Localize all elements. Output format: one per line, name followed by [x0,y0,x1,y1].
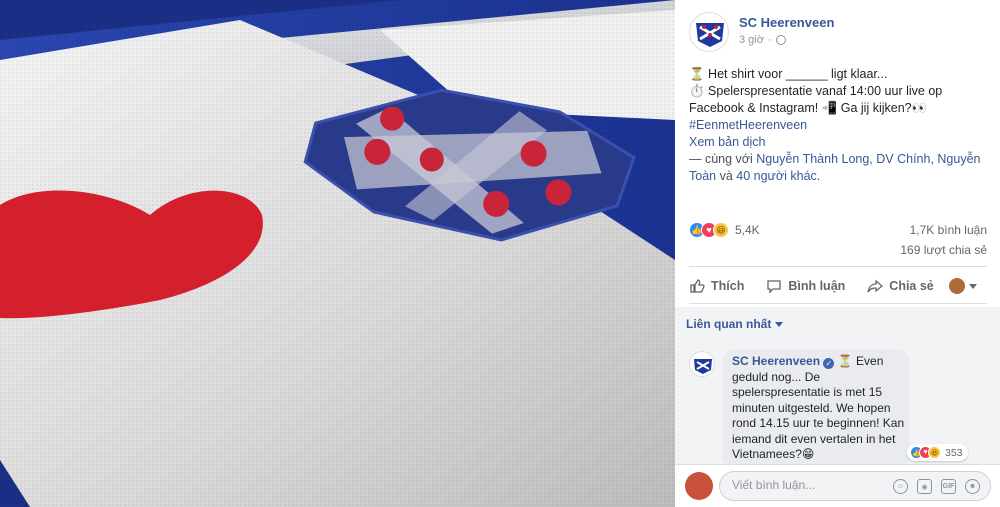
composer-tools: ☺ ◉ GIF ☻ [893,479,980,494]
post-panel: SC Heerenveen 3 giờ · ⏳ Het shirt voor _… [675,0,1000,507]
comment-text: ⏳ Even [837,354,884,368]
post-line: Facebook & Instagram! 📲 Ga jij kijken?👀 [689,101,928,115]
post-stats: 👍 ♥ 😆 5,4K 1,7K bình luận 169 lượt chia … [689,222,987,262]
comment-composer: ☺ ◉ GIF ☻ [675,464,1000,507]
page-avatar[interactable] [689,12,729,52]
chevron-down-icon [969,283,977,289]
tagged-people-link[interactable]: Nguyễn Thành Long, DV Chính, Nguyễn [756,152,980,166]
jersey-photo [0,0,675,507]
comment-count-link[interactable]: 1,7K bình luận [910,223,987,237]
post-meta: 3 giờ · [739,34,786,46]
comment-input[interactable] [732,478,892,492]
comment-author-name[interactable]: SC Heerenveen [732,354,820,368]
comment-label: Bình luận [788,279,846,293]
post-photo[interactable] [0,0,675,507]
post-header: SC Heerenveen 3 giờ · [689,12,989,52]
current-user-avatar[interactable] [685,472,713,500]
share-button[interactable]: Chia sẻ [867,278,934,294]
sort-label: Liên quan nhất [686,317,772,331]
post-as-selector[interactable] [949,278,977,294]
page-name[interactable]: SC Heerenveen [739,15,834,30]
thumbs-up-icon [690,279,705,293]
sticker-icon[interactable]: ☻ [965,479,980,494]
like-label: Thích [711,279,745,293]
divider [689,266,987,267]
user-avatar [949,278,965,294]
post-actions: Thích Bình luận Chia sẻ [689,271,987,301]
post-line: ⏱️ Spelerspresentatie vanaf 14:00 uur li… [689,84,943,98]
tag-prefix: — cùng với [689,152,757,166]
comment-sort-dropdown[interactable]: Liên quan nhất [686,317,784,331]
haha-reaction-icon: 😆 [713,222,729,238]
haha-reaction-icon: 😆 [928,446,941,459]
comment-author-avatar[interactable] [689,351,715,377]
reaction-count: 5,4K [735,223,760,237]
post-time[interactable]: 3 giờ [739,34,764,46]
divider [689,303,987,304]
comment-icon [767,280,781,294]
comment-button[interactable]: Bình luận [766,278,845,294]
comment-reaction-count: 353 [945,446,963,459]
comment-reactions[interactable]: 👍 ♥ 😆 353 [907,444,968,461]
gif-icon[interactable]: GIF [941,479,956,494]
translate-link[interactable]: Xem bản dịch [689,134,989,151]
tagged-person-link[interactable]: Toàn [689,169,716,183]
globe-icon [775,35,786,45]
comment-bubble: SC Heerenveen ✓ ⏳ Even geduld nog... De … [722,349,910,469]
comment-text: spelerspresentatie is met 15 [732,385,883,399]
comment-text: iemand dit even vertalen in het [732,431,896,446]
comment-text: Vietnamees?😁 [732,447,815,461]
emoji-icon[interactable]: ☺ [893,479,908,494]
like-button[interactable]: Thích [689,278,744,294]
tag-and: và [716,169,737,183]
club-logo-icon [694,359,712,374]
share-arrow-icon [867,279,884,293]
comments-section: Liên quan nhất SC Heerenveen ✓ ⏳ Even ge… [675,307,1000,469]
reactions-summary[interactable]: 👍 ♥ 😆 5,4K [689,222,760,238]
share-count-link[interactable]: 169 lượt chia sẻ [900,243,987,257]
share-label: Chia sẻ [889,279,934,293]
verified-badge-icon: ✓ [823,358,835,369]
post-text: ⏳ Het shirt voor ______ ligt klaar... ⏱️… [689,66,989,185]
post-line: ⏳ Het shirt voor ______ ligt klaar... [689,67,888,81]
comment-text: minuten uitgesteld. We hopen [732,400,891,415]
club-logo-icon [696,23,724,47]
camera-icon[interactable]: ◉ [917,479,932,494]
hashtag-link[interactable]: #EenmetHeerenveen [689,117,989,134]
comment-input-box[interactable]: ☺ ◉ GIF ☻ [719,471,991,501]
comment-text: rond 14.15 uur te beginnen! Kan [732,416,905,430]
tagged-others-link[interactable]: 40 người khác [736,169,817,183]
chevron-down-icon [775,321,784,327]
comment-text: geduld nog... De [732,369,821,384]
